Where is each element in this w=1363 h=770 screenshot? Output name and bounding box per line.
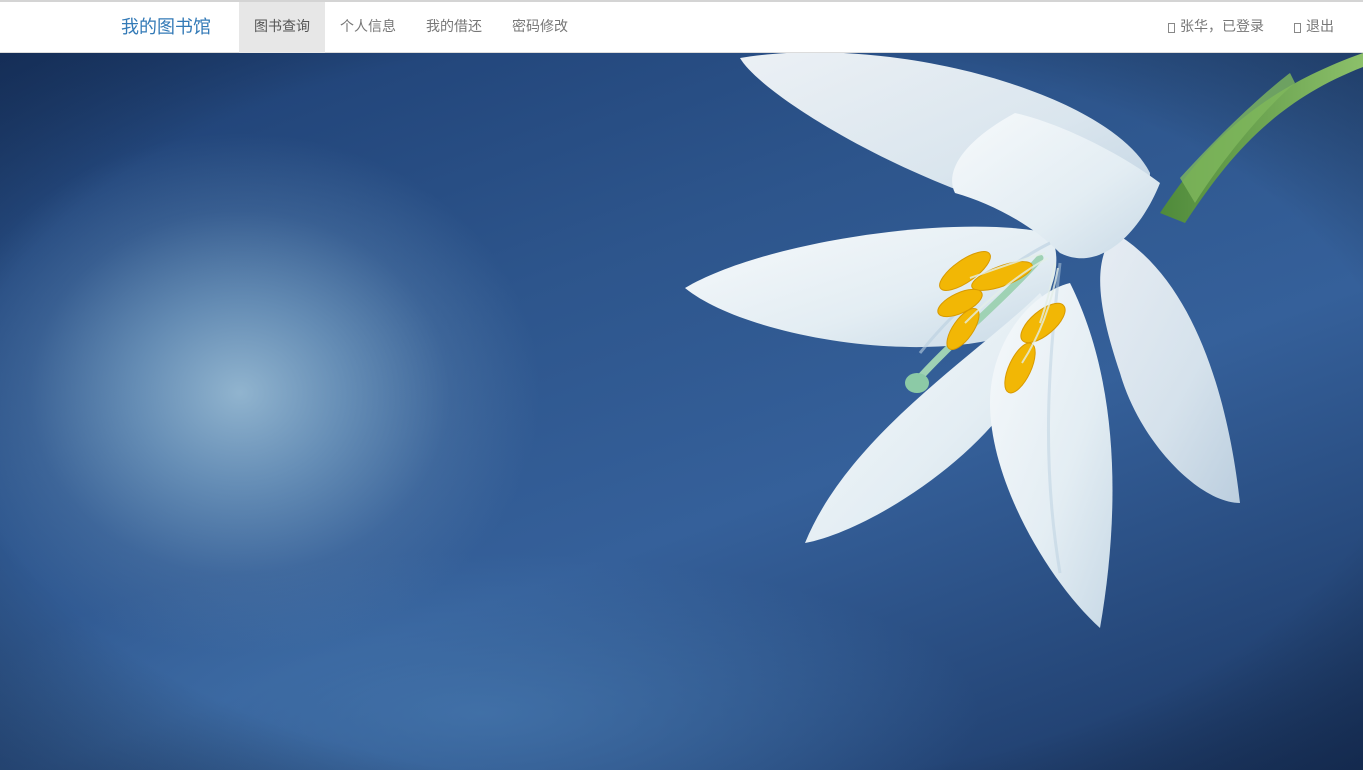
logout-label: 退出: [1306, 19, 1334, 35]
user-status-link[interactable]: 张华，已登录: [1153, 2, 1279, 53]
lily-flower-illustration: [0, 53, 1363, 770]
top-navbar: 我的图书馆 图书查询 个人信息 我的借还 密码修改 张华，已登录 退出: [0, 2, 1363, 53]
nav-item-book-search[interactable]: 图书查询: [239, 2, 325, 53]
user-nav: 张华，已登录 退出: [1153, 2, 1349, 53]
hero-background-image: [0, 53, 1363, 770]
user-icon: [1168, 22, 1175, 33]
logout-link[interactable]: 退出: [1279, 2, 1349, 53]
nav-item-my-borrow-return[interactable]: 我的借还: [411, 2, 497, 53]
user-status-label: 张华，已登录: [1180, 19, 1264, 35]
brand-link[interactable]: 我的图书馆: [121, 2, 211, 53]
logout-icon: [1294, 22, 1301, 33]
nav-item-personal-info[interactable]: 个人信息: [325, 2, 411, 53]
nav-item-change-password[interactable]: 密码修改: [497, 2, 583, 53]
main-nav: 图书查询 个人信息 我的借还 密码修改: [239, 2, 583, 53]
